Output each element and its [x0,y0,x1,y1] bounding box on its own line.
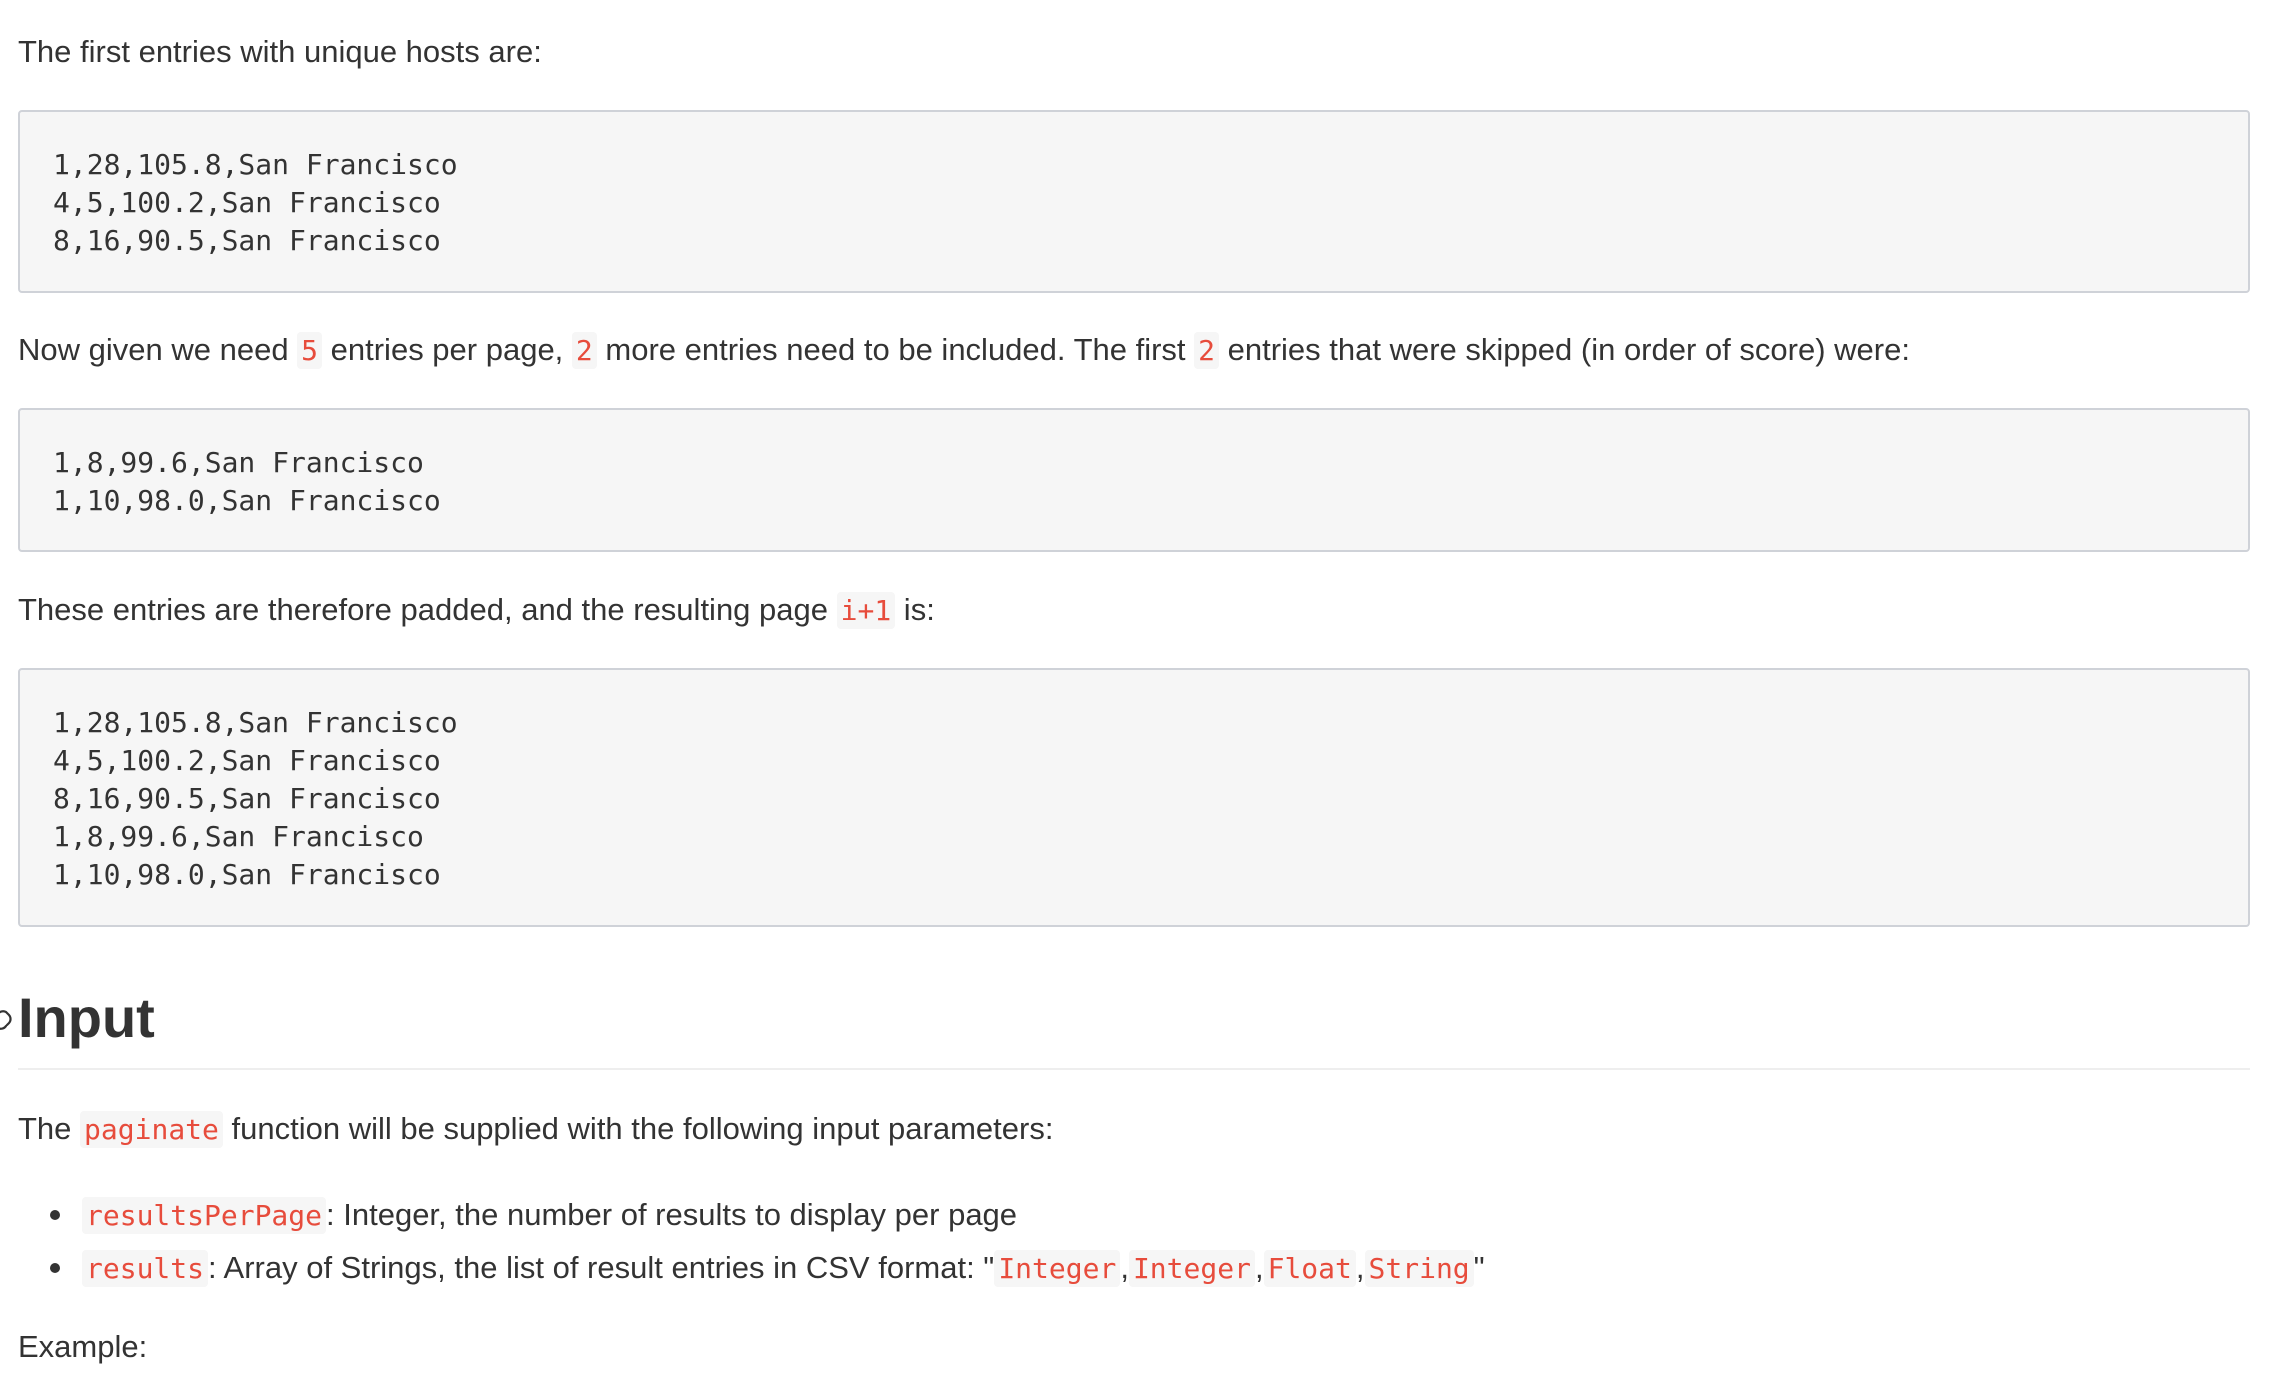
inline-code: 5 [297,332,323,369]
text: " [1473,1250,1485,1285]
inline-code: resultsPerPage [82,1197,327,1234]
list-item: resultsPerPage: Integer, the number of r… [50,1189,1485,1242]
code-line: 1,28,105.8,San Francisco [53,706,458,739]
text: : Integer, the number of results to disp… [326,1197,1018,1232]
paragraph-example: Example: [18,1329,148,1364]
text: function will be supplied with the follo… [222,1111,1054,1146]
text: , [1355,1250,1365,1285]
code-line: 4,5,100.2,San Francisco [53,186,441,219]
inline-code: 2 [571,332,597,369]
text: , [1254,1250,1264,1285]
inline-code: Integer [994,1250,1121,1287]
inline-code: Integer [1128,1250,1255,1287]
text: These entries are therefore padded, and … [18,592,837,627]
text: The [18,1111,81,1146]
paragraph-padded-result: These entries are therefore padded, and … [18,588,935,633]
parameter-list: resultsPerPage: Integer, the number of r… [18,1189,1485,1295]
code-line: 1,10,98.0,San Francisco [53,858,441,891]
text: entries per page, [322,332,572,367]
text: : Array of Strings, the list of result e… [208,1250,995,1285]
text: , [1120,1250,1129,1285]
heading-divider [18,1068,2250,1070]
code-line: 8,16,90.5,San Francisco [53,782,441,815]
code-line: 8,16,90.5,San Francisco [53,224,441,257]
code-block-skipped-entries: 1,8,99.6,San Francisco 1,10,98.0,San Fra… [18,408,2250,552]
inline-code: String [1364,1250,1474,1287]
code-block-resulting-page: 1,28,105.8,San Francisco 4,5,100.2,San F… [18,668,2250,927]
inline-code: i+1 [836,592,896,629]
code-line: 4,5,100.2,San Francisco [53,744,441,777]
inline-code: paginate [80,1111,223,1148]
inline-code: Float [1263,1250,1356,1287]
inline-code: 2 [1194,332,1220,369]
code-line: 1,8,99.6,San Francisco [53,446,424,479]
text: more entries need to be included. The fi… [596,332,1195,367]
code-line: 1,28,105.8,San Francisco [53,148,458,181]
section-heading-input: Input [18,986,155,1049]
text: entries that were skipped (in order of s… [1219,332,1910,367]
text: Now given we need [18,332,298,367]
inline-code: results [82,1250,209,1287]
code-line: 1,10,98.0,San Francisco [53,484,441,517]
text: is: [895,592,935,627]
paragraph-paginate-intro: The paginate function will be supplied w… [18,1107,1053,1152]
code-block-unique-hosts: 1,28,105.8,San Francisco 4,5,100.2,San F… [18,110,2250,293]
paragraph-entries-per-page: Now given we need 5 entries per page, 2 … [18,328,1910,373]
code-line: 1,8,99.6,San Francisco [53,820,424,853]
list-item: results: Array of Strings, the list of r… [50,1242,1485,1295]
paragraph-unique-hosts: The first entries with unique hosts are: [18,34,542,69]
link-icon[interactable] [0,1004,14,1032]
